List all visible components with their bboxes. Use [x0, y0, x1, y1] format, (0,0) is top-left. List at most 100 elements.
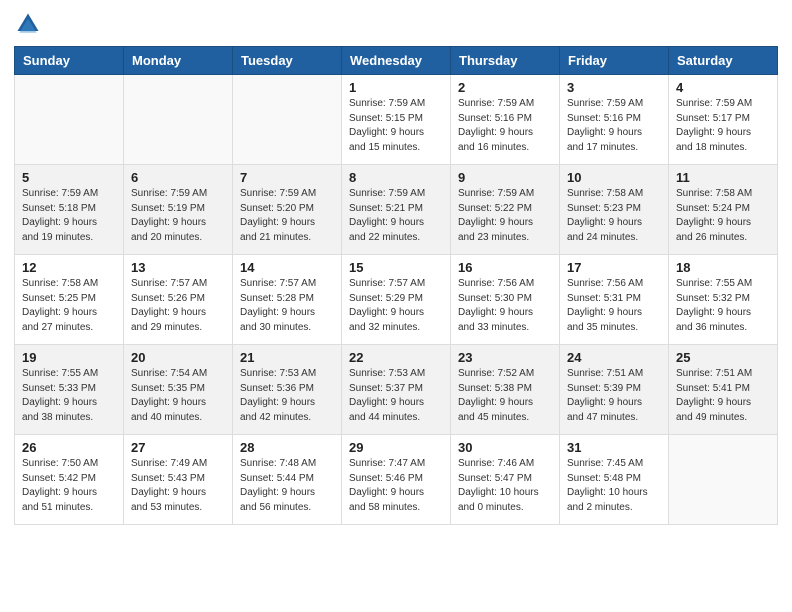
calendar-cell: 30Sunrise: 7:46 AM Sunset: 5:47 PM Dayli…: [451, 435, 560, 525]
day-detail: Sunrise: 7:54 AM Sunset: 5:35 PM Dayligh…: [131, 367, 225, 425]
calendar-cell: 25 Sunrise: 7:51 AM Sunset: 5:41 PM Dayli…: [669, 345, 778, 435]
day-number: 18: [676, 260, 770, 275]
day-detail: Sunrise: 7:51 AM Sunset: 5:41 PM Dayligh…: [676, 367, 770, 425]
calendar-table: SundayMondayTuesdayWednesdayThursdayFrid…: [14, 46, 778, 525]
calendar-cell: [669, 435, 778, 525]
calendar-cell: 6Sunrise: 7:59 AM Sunset: 5:19 PM Daylig…: [124, 165, 233, 255]
day-number: 23: [458, 350, 552, 365]
day-detail: Sunrise: 7:48 AM Sunset: 5:44 PM Dayligh…: [240, 457, 334, 515]
calendar-cell: 1 Sunrise: 7:59 AM Sunset: 5:15 PM Daylig…: [342, 75, 451, 165]
calendar-cell: 2Sunrise: 7:59 AM Sunset: 5:16 PM Daylig…: [451, 75, 560, 165]
calendar-week-row: 19 Sunrise: 7:55 AM Sunset: 5:33 PM Dayli…: [15, 345, 778, 435]
day-number: 19: [22, 350, 116, 365]
day-number: 10: [567, 170, 661, 185]
day-number: 13: [131, 260, 225, 275]
day-detail: Sunrise: 7:57 AM Sunset: 5:28 PM Dayligh…: [240, 277, 334, 335]
calendar-cell: 18 Sunrise: 7:55 AM Sunset: 5:32 PM Dayli…: [669, 255, 778, 345]
day-number: 25: [676, 350, 770, 365]
day-detail: Sunrise: 7:51 AM Sunset: 5:39 PM Dayligh…: [567, 367, 661, 425]
day-detail: Sunrise: 7:58 AM Sunset: 5:23 PM Dayligh…: [567, 187, 661, 245]
calendar-cell: 20Sunrise: 7:54 AM Sunset: 5:35 PM Dayli…: [124, 345, 233, 435]
day-detail: Sunrise: 7:55 AM Sunset: 5:32 PM Dayligh…: [676, 277, 770, 335]
logo-icon: [14, 10, 42, 38]
day-number: 5: [22, 170, 116, 185]
weekday-header-wednesday: Wednesday: [342, 47, 451, 75]
day-detail: Sunrise: 7:56 AM Sunset: 5:30 PM Dayligh…: [458, 277, 552, 335]
weekday-header-row: SundayMondayTuesdayWednesdayThursdayFrid…: [15, 47, 778, 75]
day-number: 27: [131, 440, 225, 455]
calendar-cell: 29Sunrise: 7:47 AM Sunset: 5:46 PM Dayli…: [342, 435, 451, 525]
calendar-cell: [15, 75, 124, 165]
calendar-cell: 23Sunrise: 7:52 AM Sunset: 5:38 PM Dayli…: [451, 345, 560, 435]
day-detail: Sunrise: 7:53 AM Sunset: 5:36 PM Dayligh…: [240, 367, 334, 425]
calendar-cell: 22 Sunrise: 7:53 AM Sunset: 5:37 PM Dayli…: [342, 345, 451, 435]
calendar-week-row: 26 Sunrise: 7:50 AM Sunset: 5:42 PM Dayli…: [15, 435, 778, 525]
calendar-cell: 27 Sunrise: 7:49 AM Sunset: 5:43 PM Dayli…: [124, 435, 233, 525]
calendar-cell: 5 Sunrise: 7:59 AM Sunset: 5:18 PM Daylig…: [15, 165, 124, 255]
day-detail: Sunrise: 7:59 AM Sunset: 5:15 PM Dayligh…: [349, 97, 443, 155]
weekday-header-tuesday: Tuesday: [233, 47, 342, 75]
day-detail: Sunrise: 7:59 AM Sunset: 5:22 PM Dayligh…: [458, 187, 552, 245]
day-number: 1: [349, 80, 443, 95]
day-number: 9: [458, 170, 552, 185]
day-detail: Sunrise: 7:59 AM Sunset: 5:21 PM Dayligh…: [349, 187, 443, 245]
day-detail: Sunrise: 7:55 AM Sunset: 5:33 PM Dayligh…: [22, 367, 116, 425]
day-number: 14: [240, 260, 334, 275]
day-detail: Sunrise: 7:57 AM Sunset: 5:29 PM Dayligh…: [349, 277, 443, 335]
calendar-cell: [124, 75, 233, 165]
day-number: 22: [349, 350, 443, 365]
day-number: 12: [22, 260, 116, 275]
day-detail: Sunrise: 7:59 AM Sunset: 5:20 PM Dayligh…: [240, 187, 334, 245]
day-detail: Sunrise: 7:58 AM Sunset: 5:25 PM Dayligh…: [22, 277, 116, 335]
calendar-week-row: 12 Sunrise: 7:58 AM Sunset: 5:25 PM Dayli…: [15, 255, 778, 345]
day-number: 17: [567, 260, 661, 275]
calendar-cell: 28 Sunrise: 7:48 AM Sunset: 5:44 PM Dayli…: [233, 435, 342, 525]
calendar-cell: 17Sunrise: 7:56 AM Sunset: 5:31 PM Dayli…: [560, 255, 669, 345]
day-number: 15: [349, 260, 443, 275]
day-detail: Sunrise: 7:59 AM Sunset: 5:16 PM Dayligh…: [458, 97, 552, 155]
weekday-header-thursday: Thursday: [451, 47, 560, 75]
day-detail: Sunrise: 7:57 AM Sunset: 5:26 PM Dayligh…: [131, 277, 225, 335]
calendar-cell: 8 Sunrise: 7:59 AM Sunset: 5:21 PM Daylig…: [342, 165, 451, 255]
day-detail: Sunrise: 7:59 AM Sunset: 5:18 PM Dayligh…: [22, 187, 116, 245]
calendar-cell: 4Sunrise: 7:59 AM Sunset: 5:17 PM Daylig…: [669, 75, 778, 165]
weekday-header-saturday: Saturday: [669, 47, 778, 75]
day-detail: Sunrise: 7:53 AM Sunset: 5:37 PM Dayligh…: [349, 367, 443, 425]
calendar-cell: 10 Sunrise: 7:58 AM Sunset: 5:23 PM Dayli…: [560, 165, 669, 255]
day-detail: Sunrise: 7:47 AM Sunset: 5:46 PM Dayligh…: [349, 457, 443, 515]
weekday-header-sunday: Sunday: [15, 47, 124, 75]
day-detail: Sunrise: 7:58 AM Sunset: 5:24 PM Dayligh…: [676, 187, 770, 245]
calendar-cell: 21Sunrise: 7:53 AM Sunset: 5:36 PM Dayli…: [233, 345, 342, 435]
calendar-week-row: 5 Sunrise: 7:59 AM Sunset: 5:18 PM Daylig…: [15, 165, 778, 255]
page-container: SundayMondayTuesdayWednesdayThursdayFrid…: [0, 0, 792, 539]
header: [14, 10, 778, 38]
calendar-cell: 12 Sunrise: 7:58 AM Sunset: 5:25 PM Dayli…: [15, 255, 124, 345]
calendar-cell: 16 Sunrise: 7:56 AM Sunset: 5:30 PM Dayli…: [451, 255, 560, 345]
day-number: 8: [349, 170, 443, 185]
calendar-cell: 13 Sunrise: 7:57 AM Sunset: 5:26 PM Dayli…: [124, 255, 233, 345]
calendar-cell: 14 Sunrise: 7:57 AM Sunset: 5:28 PM Dayli…: [233, 255, 342, 345]
calendar-cell: 3Sunrise: 7:59 AM Sunset: 5:16 PM Daylig…: [560, 75, 669, 165]
calendar-cell: 26 Sunrise: 7:50 AM Sunset: 5:42 PM Dayli…: [15, 435, 124, 525]
weekday-header-friday: Friday: [560, 47, 669, 75]
calendar-cell: 31Sunrise: 7:45 AM Sunset: 5:48 PM Dayli…: [560, 435, 669, 525]
calendar-week-row: 1 Sunrise: 7:59 AM Sunset: 5:15 PM Daylig…: [15, 75, 778, 165]
day-number: 3: [567, 80, 661, 95]
day-number: 11: [676, 170, 770, 185]
day-number: 30: [458, 440, 552, 455]
calendar-cell: 24 Sunrise: 7:51 AM Sunset: 5:39 PM Dayli…: [560, 345, 669, 435]
day-number: 4: [676, 80, 770, 95]
day-number: 26: [22, 440, 116, 455]
calendar-cell: 15 Sunrise: 7:57 AM Sunset: 5:29 PM Dayli…: [342, 255, 451, 345]
day-number: 28: [240, 440, 334, 455]
day-number: 16: [458, 260, 552, 275]
day-number: 24: [567, 350, 661, 365]
logo: [14, 10, 46, 38]
calendar-cell: 9 Sunrise: 7:59 AM Sunset: 5:22 PM Daylig…: [451, 165, 560, 255]
day-number: 6: [131, 170, 225, 185]
day-number: 7: [240, 170, 334, 185]
calendar-cell: 7 Sunrise: 7:59 AM Sunset: 5:20 PM Daylig…: [233, 165, 342, 255]
day-detail: Sunrise: 7:49 AM Sunset: 5:43 PM Dayligh…: [131, 457, 225, 515]
day-detail: Sunrise: 7:50 AM Sunset: 5:42 PM Dayligh…: [22, 457, 116, 515]
calendar-cell: [233, 75, 342, 165]
